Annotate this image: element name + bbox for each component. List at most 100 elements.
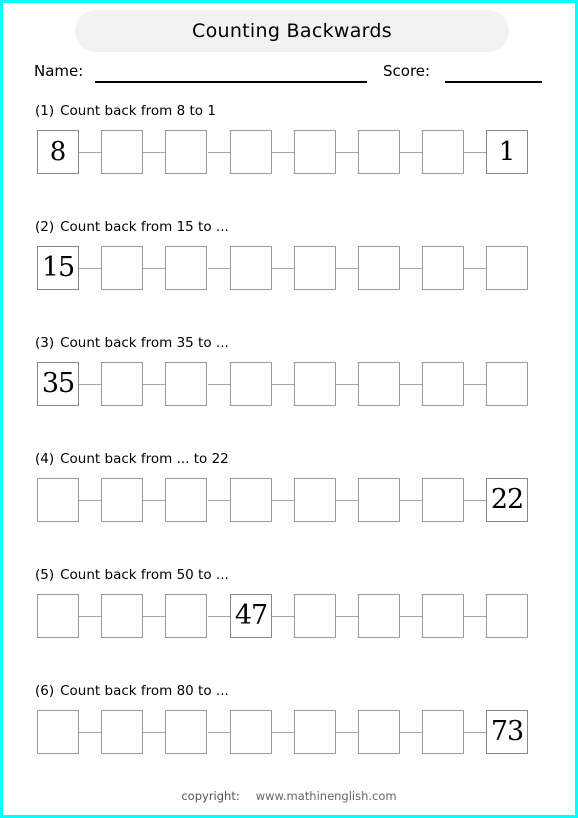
exercise-instruction: (3) Count back from 35 to ... [35,335,229,351]
number-cell-blank[interactable] [358,594,400,638]
number-cell-blank[interactable] [101,478,143,522]
title-banner: Counting Backwards [75,10,509,52]
number-cell-blank[interactable] [422,710,464,754]
chain-connector [464,732,486,733]
exercise-text: Count back from ... to 22 [60,451,229,467]
number-cell-blank[interactable] [101,710,143,754]
exercise-5: (5) Count back from 50 to ... 47 [3,567,575,683]
number-cell-blank[interactable] [37,478,79,522]
exercise-number: (1) [35,103,55,119]
number-cell-filled[interactable]: 1 [486,130,528,174]
number-cell-blank[interactable] [294,710,336,754]
number-cell-blank[interactable] [486,246,528,290]
number-cell-blank[interactable] [422,362,464,406]
chain-connector [79,500,101,501]
chain-connector [464,500,486,501]
number-cell-blank[interactable] [101,246,143,290]
number-cell-filled[interactable]: 8 [37,130,79,174]
number-cell-blank[interactable] [165,478,207,522]
number-cell-filled[interactable]: 22 [486,478,528,522]
score-input-line[interactable] [445,81,542,83]
number-chain: 22 [37,478,529,524]
number-cell-blank[interactable] [358,246,400,290]
number-cell-filled[interactable]: 35 [37,362,79,406]
chain-connector [208,268,230,269]
number-chain: 73 [37,710,529,756]
number-cell-blank[interactable] [165,710,207,754]
chain-connector [208,732,230,733]
exercise-text: Count back from 8 to 1 [60,103,216,119]
name-label: Name: [34,62,84,80]
number-cell-blank[interactable] [230,710,272,754]
chain-connector [208,500,230,501]
exercise-3: (3) Count back from 35 to ... 35 [3,335,575,451]
number-cell-blank[interactable] [230,362,272,406]
chain-connector [272,152,294,153]
number-cell-blank[interactable] [294,246,336,290]
number-cell-blank[interactable] [294,362,336,406]
exercise-instruction: (6) Count back from 80 to ... [35,683,229,699]
copyright-url: www.mathinenglish.com [255,789,397,803]
number-cell-blank[interactable] [422,246,464,290]
number-cell-blank[interactable] [358,362,400,406]
exercise-number: (3) [35,335,55,351]
number-cell-filled[interactable]: 73 [486,710,528,754]
number-chain: 15 [37,246,529,292]
chain-connector [143,616,165,617]
number-cell-blank[interactable] [165,362,207,406]
number-cell-blank[interactable] [230,130,272,174]
chain-connector [208,152,230,153]
number-cell-filled[interactable]: 15 [37,246,79,290]
chain-connector [272,732,294,733]
number-cell-blank[interactable] [294,130,336,174]
chain-connector [272,500,294,501]
number-cell-blank[interactable] [37,710,79,754]
chain-connector [400,268,422,269]
exercise-text: Count back from 35 to ... [60,335,229,351]
chain-connector [143,152,165,153]
number-cell-blank[interactable] [486,362,528,406]
chain-connector [272,616,294,617]
exercise-text: Count back from 15 to ... [60,219,229,235]
exercise-number: (5) [35,567,55,583]
number-cell-blank[interactable] [37,594,79,638]
chain-connector [464,152,486,153]
exercise-instruction: (2) Count back from 15 to ... [35,219,229,235]
name-input-line[interactable] [95,81,367,83]
name-score-row: Name: Score: [3,61,575,89]
score-label: Score: [383,62,431,80]
exercise-text: Count back from 50 to ... [60,567,229,583]
number-cell-blank[interactable] [165,246,207,290]
chain-connector [336,500,358,501]
chain-connector [336,268,358,269]
exercise-instruction: (5) Count back from 50 to ... [35,567,229,583]
number-cell-blank[interactable] [294,594,336,638]
chain-connector [79,384,101,385]
number-cell-filled[interactable]: 47 [230,594,272,638]
chain-connector [400,384,422,385]
number-cell-blank[interactable] [358,478,400,522]
number-cell-blank[interactable] [101,362,143,406]
worksheet-page: Counting Backwards Name: Score: (1) Count… [0,0,578,818]
number-cell-blank[interactable] [101,594,143,638]
number-cell-blank[interactable] [422,478,464,522]
number-cell-blank[interactable] [165,130,207,174]
chain-connector [143,500,165,501]
number-cell-blank[interactable] [165,594,207,638]
chain-connector [143,384,165,385]
exercise-number: (2) [35,219,55,235]
number-chain: 47 [37,594,529,640]
number-cell-blank[interactable] [294,478,336,522]
number-cell-blank[interactable] [486,594,528,638]
exercise-list: (1) Count back from 8 to 1 8 1 (2) Count back… [3,103,575,799]
number-cell-blank[interactable] [230,478,272,522]
number-cell-blank[interactable] [358,130,400,174]
number-cell-blank[interactable] [358,710,400,754]
number-cell-blank[interactable] [422,130,464,174]
exercise-4: (4) Count back from ... to 22 22 [3,451,575,567]
number-cell-blank[interactable] [422,594,464,638]
number-cell-blank[interactable] [230,246,272,290]
exercise-6: (6) Count back from 80 to ... 73 [3,683,575,799]
number-cell-blank[interactable] [101,130,143,174]
chain-connector [143,732,165,733]
